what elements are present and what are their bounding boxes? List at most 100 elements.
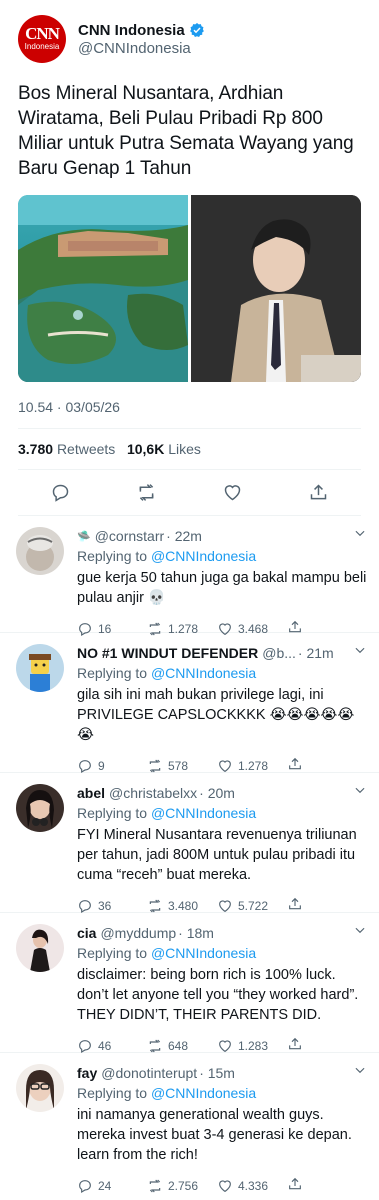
reply-text: gila sih ini mah bukan privilege lagi, i…: [77, 687, 355, 743]
avatar[interactable]: [16, 784, 64, 832]
cnn-indonesia-avatar[interactable]: CNN Indonesia: [18, 15, 66, 63]
chevron-down-icon[interactable]: [353, 923, 367, 937]
share-icon[interactable]: [308, 482, 329, 503]
author-display-name[interactable]: CNN Indonesia: [78, 22, 185, 39]
verified-badge-icon: [189, 23, 204, 37]
like-icon: [219, 1040, 231, 1053]
avatar[interactable]: [16, 644, 64, 692]
retweet-button[interactable]: 578: [147, 758, 217, 774]
chevron-down-icon[interactable]: [353, 1063, 367, 1077]
main-tweet: CNN Indonesia CNN Indonesia @CNNIndonesi…: [0, 0, 379, 516]
reply-author-name[interactable]: fay: [77, 1065, 97, 1081]
reply-time[interactable]: · 15m: [199, 1065, 235, 1081]
mention-link[interactable]: @CNNIndonesia: [151, 665, 256, 681]
tweet-media[interactable]: [18, 195, 361, 382]
replying-to: Replying to @CNNIndonesia: [77, 665, 367, 681]
like-count: 1.283: [238, 1039, 269, 1053]
like-count: 5.722: [238, 899, 269, 913]
reply-time[interactable]: · 21m: [298, 645, 334, 661]
mention-link[interactable]: @CNNIndonesia: [151, 1085, 256, 1101]
replying-label: Replying to: [77, 805, 148, 821]
reply-button[interactable]: 24: [77, 1178, 147, 1194]
reply-button[interactable]: 46: [77, 1038, 147, 1054]
like-icon[interactable]: [222, 482, 243, 503]
reply-icon: [79, 1040, 91, 1054]
retweet-button[interactable]: 3.480: [147, 898, 217, 914]
tweet-timestamp[interactable]: 10.54 · 03/05/26: [18, 399, 361, 429]
mention-link[interactable]: @CNNIndonesia: [151, 548, 256, 564]
portrait-photo[interactable]: [191, 195, 361, 382]
tweet-text: Bos Mineral Nusantara, Ardhian Wiratama,…: [18, 83, 354, 179]
replying-label: Replying to: [77, 945, 148, 961]
reply-button[interactable]: 36: [77, 898, 147, 914]
like-icon: [219, 1180, 231, 1193]
likes-label[interactable]: Likes: [168, 441, 201, 457]
mention-link[interactable]: @CNNIndonesia: [151, 945, 256, 961]
island-photo[interactable]: [18, 195, 188, 382]
retweet-icon[interactable]: [136, 482, 157, 503]
retweet-button[interactable]: 648: [147, 1038, 217, 1054]
tweet-author[interactable]: CNN Indonesia CNN Indonesia @CNNIndonesi…: [18, 14, 361, 64]
retweet-count: 3.480: [168, 899, 199, 913]
reply-item[interactable]: abel @christabelxx · 20m Replying to @CN…: [0, 773, 379, 914]
retweet-button[interactable]: 2.756: [147, 1178, 217, 1194]
reply-icon: [79, 1180, 91, 1194]
reply-item[interactable]: NO #1 WINDUT DEFENDER @b... · 21m Replyi…: [0, 633, 379, 774]
retweets-count[interactable]: 3.780: [18, 441, 53, 457]
chevron-down-icon[interactable]: [353, 643, 367, 657]
retweet-icon: [149, 1179, 161, 1193]
reply-count: 9: [98, 759, 105, 773]
man-in-suit-illustration: [191, 195, 361, 382]
logo-subtext: Indonesia: [24, 42, 60, 51]
reply-time[interactable]: · 20m: [199, 785, 235, 801]
reply-button[interactable]: 9: [77, 758, 147, 774]
like-button[interactable]: 5.722: [217, 898, 287, 914]
share-icon: [289, 1037, 301, 1049]
share-icon: [289, 897, 301, 909]
likes-count[interactable]: 10,6K: [127, 441, 164, 457]
reply-author-handle[interactable]: @christabelxx: [109, 785, 197, 801]
reply-icon: [79, 900, 91, 914]
reply-text: disclaimer: being born rich is 100% luck…: [77, 967, 359, 1023]
chevron-down-icon[interactable]: [353, 783, 367, 797]
mention-link[interactable]: @CNNIndonesia: [151, 805, 256, 821]
share-button[interactable]: [287, 1176, 303, 1197]
reply-author-handle[interactable]: @b...: [262, 645, 296, 661]
avatar[interactable]: [16, 924, 64, 972]
reply-icon[interactable]: [50, 482, 71, 503]
replying-to: Replying to @CNNIndonesia: [77, 1085, 367, 1101]
like-button[interactable]: 4.336: [217, 1178, 287, 1194]
reply-author-name[interactable]: cia: [77, 925, 96, 941]
tweet-stats: 3.780 Retweets 10,6K Likes: [18, 429, 361, 470]
reply-icon: [79, 760, 91, 774]
reply-item[interactable]: cia @myddump · 18m Replying to @CNNIndon…: [0, 913, 379, 1054]
reply-author-handle[interactable]: @cornstarr: [95, 528, 164, 544]
logo-text: CNN: [25, 24, 60, 43]
like-icon: [219, 900, 231, 913]
replying-label: Replying to: [77, 548, 148, 564]
reply-author-handle[interactable]: @myddump: [100, 925, 176, 941]
reply-author-name[interactable]: NO #1 WINDUT DEFENDER: [77, 645, 258, 661]
replying-label: Replying to: [77, 1085, 148, 1101]
reply-time[interactable]: · 22m: [166, 528, 202, 544]
reply-author-handle[interactable]: @donotinterupt: [101, 1065, 197, 1081]
retweet-icon: [149, 1039, 161, 1053]
replying-label: Replying to: [77, 665, 148, 681]
like-button[interactable]: 1.278: [217, 758, 287, 774]
chevron-down-icon[interactable]: [353, 526, 367, 540]
reply-item[interactable]: 🛸 @cornstarr · 22m Replying to @CNNIndon…: [0, 516, 379, 637]
tweet-actions: [18, 470, 361, 516]
retweets-label[interactable]: Retweets: [57, 441, 115, 457]
avatar[interactable]: [16, 527, 64, 575]
author-handle[interactable]: @CNNIndonesia: [78, 40, 205, 57]
like-button[interactable]: 1.283: [217, 1038, 287, 1054]
retweet-count: 2.756: [168, 1179, 199, 1193]
reply-author-name[interactable]: abel: [77, 785, 105, 801]
like-count: 1.278: [238, 759, 269, 773]
retweet-icon: [149, 899, 161, 913]
avatar[interactable]: [16, 1064, 64, 1112]
reply-time[interactable]: · 18m: [178, 925, 214, 941]
retweet-icon: [149, 759, 161, 773]
reply-item[interactable]: fay @donotinterupt · 15m Replying to @CN…: [0, 1053, 379, 1194]
reply-count: 46: [98, 1039, 112, 1053]
